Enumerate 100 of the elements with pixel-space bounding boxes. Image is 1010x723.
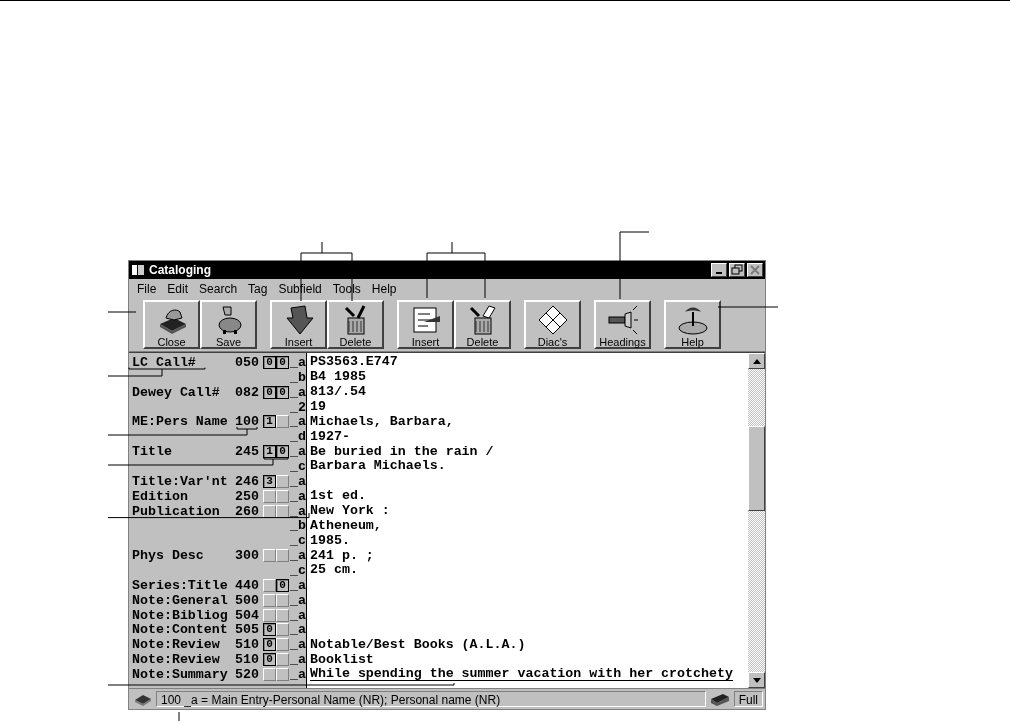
book-icon bbox=[133, 692, 153, 706]
toolbar-button[interactable]: Delete bbox=[454, 300, 511, 349]
menu-item[interactable]: Tools bbox=[332, 281, 361, 296]
indicator-box[interactable]: 0 bbox=[263, 653, 276, 667]
caret-down-icon bbox=[752, 677, 761, 683]
menu-item[interactable]: Search bbox=[199, 281, 238, 296]
subfield-value[interactable]: PS3563.E747 bbox=[310, 355, 398, 370]
subfield-code: _a bbox=[290, 578, 306, 592]
indicator-box[interactable]: 0 bbox=[276, 445, 289, 459]
subfield-code: _a bbox=[290, 385, 306, 399]
subfield-code: _c bbox=[290, 459, 306, 473]
subfield-code: _c bbox=[290, 534, 306, 548]
subfield-code: _a bbox=[290, 608, 306, 622]
subfield-code: _a bbox=[290, 653, 306, 667]
leader-line bbox=[178, 711, 180, 722]
field-tag: 510 bbox=[235, 654, 263, 666]
subfield-code: _a bbox=[290, 474, 306, 488]
toolbar-button[interactable]: Headings bbox=[594, 300, 651, 349]
subfield-value[interactable]: 1st ed. bbox=[310, 489, 366, 504]
field-tag: 246 bbox=[235, 475, 263, 487]
subfield-value[interactable]: B4 1985 bbox=[310, 370, 366, 385]
menu-item[interactable]: Subfield bbox=[278, 281, 322, 296]
subfield-code: _a bbox=[290, 549, 306, 563]
menu-item[interactable]: Edit bbox=[167, 281, 189, 296]
indicator-box[interactable]: 0 bbox=[263, 638, 276, 652]
subfield-value[interactable]: Michaels, Barbara, bbox=[310, 414, 454, 429]
subfield-code: _a bbox=[290, 667, 306, 681]
indicator-box[interactable]: 3 bbox=[263, 474, 276, 488]
subfield-value[interactable]: 1927- bbox=[310, 429, 350, 444]
field-tag: 505 bbox=[235, 624, 263, 636]
toolbar-button[interactable]: Save bbox=[200, 300, 257, 349]
menu-item[interactable]: Tag bbox=[248, 281, 268, 296]
subfield-value[interactable]: Be buried in the rain / bbox=[310, 444, 494, 459]
subfield-value[interactable]: 19 bbox=[310, 400, 326, 414]
field-tag: 500 bbox=[235, 594, 263, 606]
indicator-box[interactable]: 0 bbox=[276, 578, 289, 592]
field-label: LC Call# bbox=[132, 356, 197, 368]
subfield-value[interactable]: 241 p. ; bbox=[310, 548, 374, 563]
subfield-value[interactable]: 1985. bbox=[310, 533, 350, 548]
indicator-box[interactable] bbox=[276, 504, 289, 518]
vertical-scrollbar[interactable] bbox=[748, 353, 765, 688]
stapler-icon bbox=[708, 691, 731, 707]
diamond-icon bbox=[536, 304, 569, 336]
field-tag: 100 bbox=[235, 416, 263, 428]
subfield-code: _d bbox=[290, 430, 306, 444]
field-label: Edition bbox=[132, 490, 189, 502]
field-label: Note:General bbox=[132, 594, 229, 606]
subfield-value[interactable]: 813/.54 bbox=[310, 385, 366, 400]
subfield-code: _2 bbox=[290, 400, 306, 414]
toolbar-button[interactable]: Help bbox=[664, 300, 721, 349]
indicator-box[interactable]: 1 bbox=[263, 415, 276, 429]
subfield-code: _a bbox=[290, 415, 306, 429]
subfield-value[interactable]: Barbara Michaels. bbox=[310, 459, 446, 474]
leader-line bbox=[107, 311, 137, 313]
toolbar-button[interactable]: Delete bbox=[327, 300, 384, 349]
field-tag: 245 bbox=[235, 446, 263, 458]
close-icon bbox=[748, 263, 762, 277]
indicator-box[interactable]: 0 bbox=[263, 623, 276, 637]
subfield-code: _c bbox=[290, 563, 306, 577]
indicator-box[interactable] bbox=[263, 504, 276, 518]
field-tag: 504 bbox=[235, 609, 263, 621]
field-label: Dewey Call# bbox=[132, 386, 221, 398]
minimize-icon bbox=[716, 272, 722, 274]
field-tag: 082 bbox=[235, 386, 263, 398]
subfield-code: _a bbox=[290, 355, 306, 369]
indicator-box[interactable]: 0 bbox=[276, 385, 289, 399]
subfield-value[interactable]: 25 cm. bbox=[310, 563, 358, 578]
field-tag: 300 bbox=[235, 550, 263, 562]
scroll-down-button[interactable] bbox=[748, 672, 765, 688]
field-label: Note:Bibliog bbox=[132, 609, 229, 621]
subfield-value[interactable]: Booklist bbox=[310, 652, 374, 667]
field-tag: 260 bbox=[235, 505, 263, 517]
minimize-button[interactable] bbox=[711, 263, 727, 277]
menu-item[interactable]: File bbox=[137, 281, 157, 296]
field-label: Phys Desc bbox=[132, 550, 205, 562]
subfield-value[interactable]: While spending the summer vacation with her crotchety bbox=[310, 667, 733, 682]
toolbar-button[interactable]: Close bbox=[143, 300, 200, 349]
caret-up-icon bbox=[752, 358, 761, 364]
field-label: Title:Var'nt bbox=[132, 475, 229, 487]
toolbar-button[interactable]: Insert bbox=[270, 300, 327, 349]
status-mode: Full bbox=[733, 691, 763, 707]
subfield-code: _b bbox=[290, 370, 306, 384]
field-label: ME:Pers Name bbox=[132, 416, 229, 428]
restore-button[interactable] bbox=[729, 263, 745, 277]
indicator-box[interactable]: 0 bbox=[276, 355, 289, 369]
toolbar-button[interactable]: Diac's bbox=[524, 300, 581, 349]
flashlight-icon bbox=[606, 304, 639, 336]
scroll-up-button[interactable] bbox=[748, 353, 765, 369]
menu-item[interactable]: Help bbox=[371, 281, 397, 296]
subfield-code: _a bbox=[290, 504, 306, 518]
toolbar-button[interactable]: Insert bbox=[397, 300, 454, 349]
indicator-box[interactable]: 0 bbox=[263, 355, 276, 369]
subfield-value[interactable]: New York : bbox=[310, 504, 390, 518]
field-tag: 250 bbox=[235, 490, 263, 502]
subfield-value[interactable]: Notable/Best Books (A.L.A.) bbox=[310, 637, 526, 652]
book-icon bbox=[131, 264, 145, 276]
indicator-box[interactable]: 0 bbox=[263, 385, 276, 399]
scroll-thumb[interactable] bbox=[748, 426, 765, 511]
subfield-value[interactable]: Atheneum, bbox=[310, 518, 382, 533]
indicator-box[interactable]: 1 bbox=[263, 445, 276, 459]
